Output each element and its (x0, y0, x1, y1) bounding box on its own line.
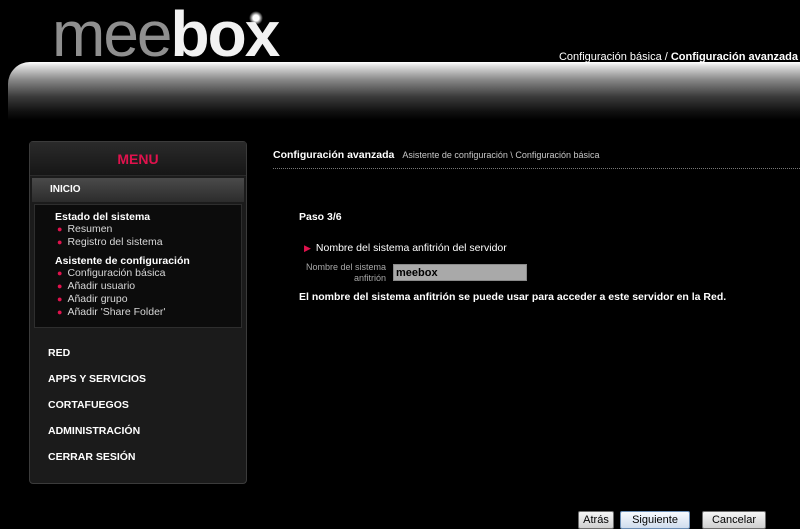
triangle-right-icon: ▶ (304, 243, 311, 253)
bullet-icon: ● (57, 281, 63, 291)
submenu-group-title: Estado del sistema (55, 211, 151, 223)
submenu-item-add-share-folder[interactable]: ● Añadir 'Share Folder' (55, 306, 241, 319)
bullet-icon: ● (57, 307, 63, 317)
bullet-icon: ● (57, 294, 63, 304)
submenu-item-add-user[interactable]: ● Añadir usuario (55, 280, 241, 293)
menu-title: MENU (30, 142, 246, 176)
nav-advanced-config-link[interactable]: Configuración avanzada (671, 51, 798, 63)
sidebar-menu: MENU INICIO Estado del sistema ● Resumen … (29, 141, 247, 484)
breadcrumb-path: Asistente de configuración \ Configuraci… (402, 150, 600, 160)
sidebar-item-admin[interactable]: ADMINISTRACIÓN (30, 418, 246, 444)
sidebar-item-firewall[interactable]: CORTAFUEGOS (30, 392, 246, 418)
bullet-icon: ● (57, 224, 63, 234)
bullet-icon: ● (57, 237, 63, 247)
menu-list: RED APPS Y SERVICIOS CORTAFUEGOS ADMINIS… (30, 340, 246, 470)
cancel-button[interactable]: Cancelar (702, 511, 766, 529)
submenu-item-config-basica[interactable]: ● Configuración básica (55, 267, 241, 280)
hostname-label: Nombre del sistema anfitrión (305, 262, 386, 283)
submenu-item-registro[interactable]: ● Registro del sistema (55, 236, 241, 249)
hostname-input[interactable] (393, 264, 527, 281)
nav-basic-config-link[interactable]: Configuración básica (559, 51, 662, 63)
submenu-panel: Estado del sistema ● Resumen ● Registro de… (34, 204, 242, 328)
next-button[interactable]: Siguiente (620, 511, 690, 529)
step-indicator: Paso 3/6 (299, 211, 342, 223)
submenu-group-title: Asistente de configuración (55, 255, 190, 267)
back-button[interactable]: Atrás (578, 511, 614, 529)
bullet-icon: ● (57, 268, 63, 278)
breadcrumb-current: Configuración avanzada (273, 149, 395, 161)
section-title: ▶ Nombre del sistema anfitrión del servid… (304, 242, 507, 254)
breadcrumb: Configuración avanzada Asistente de confi… (273, 149, 599, 161)
header: meebox Configuración básica / Configurac… (0, 0, 800, 125)
sidebar-item-red[interactable]: RED (30, 340, 246, 366)
sidebar-item-inicio[interactable]: INICIO (32, 178, 244, 202)
help-text: El nombre del sistema anfitrión se puede… (299, 291, 727, 303)
breadcrumb-divider (273, 168, 800, 169)
submenu-item-resumen[interactable]: ● Resumen (55, 223, 241, 236)
submenu-item-add-group[interactable]: ● Añadir grupo (55, 293, 241, 306)
top-nav: Configuración básica / Configuración ava… (559, 51, 798, 63)
sidebar-item-logout[interactable]: CERRAR SESIÓN (30, 444, 246, 470)
sidebar-item-apps[interactable]: APPS Y SERVICIOS (30, 366, 246, 392)
nav-separator: / (661, 51, 671, 63)
logo-sparkle-icon (249, 11, 263, 25)
meebox-logo: meebox (52, 0, 280, 70)
